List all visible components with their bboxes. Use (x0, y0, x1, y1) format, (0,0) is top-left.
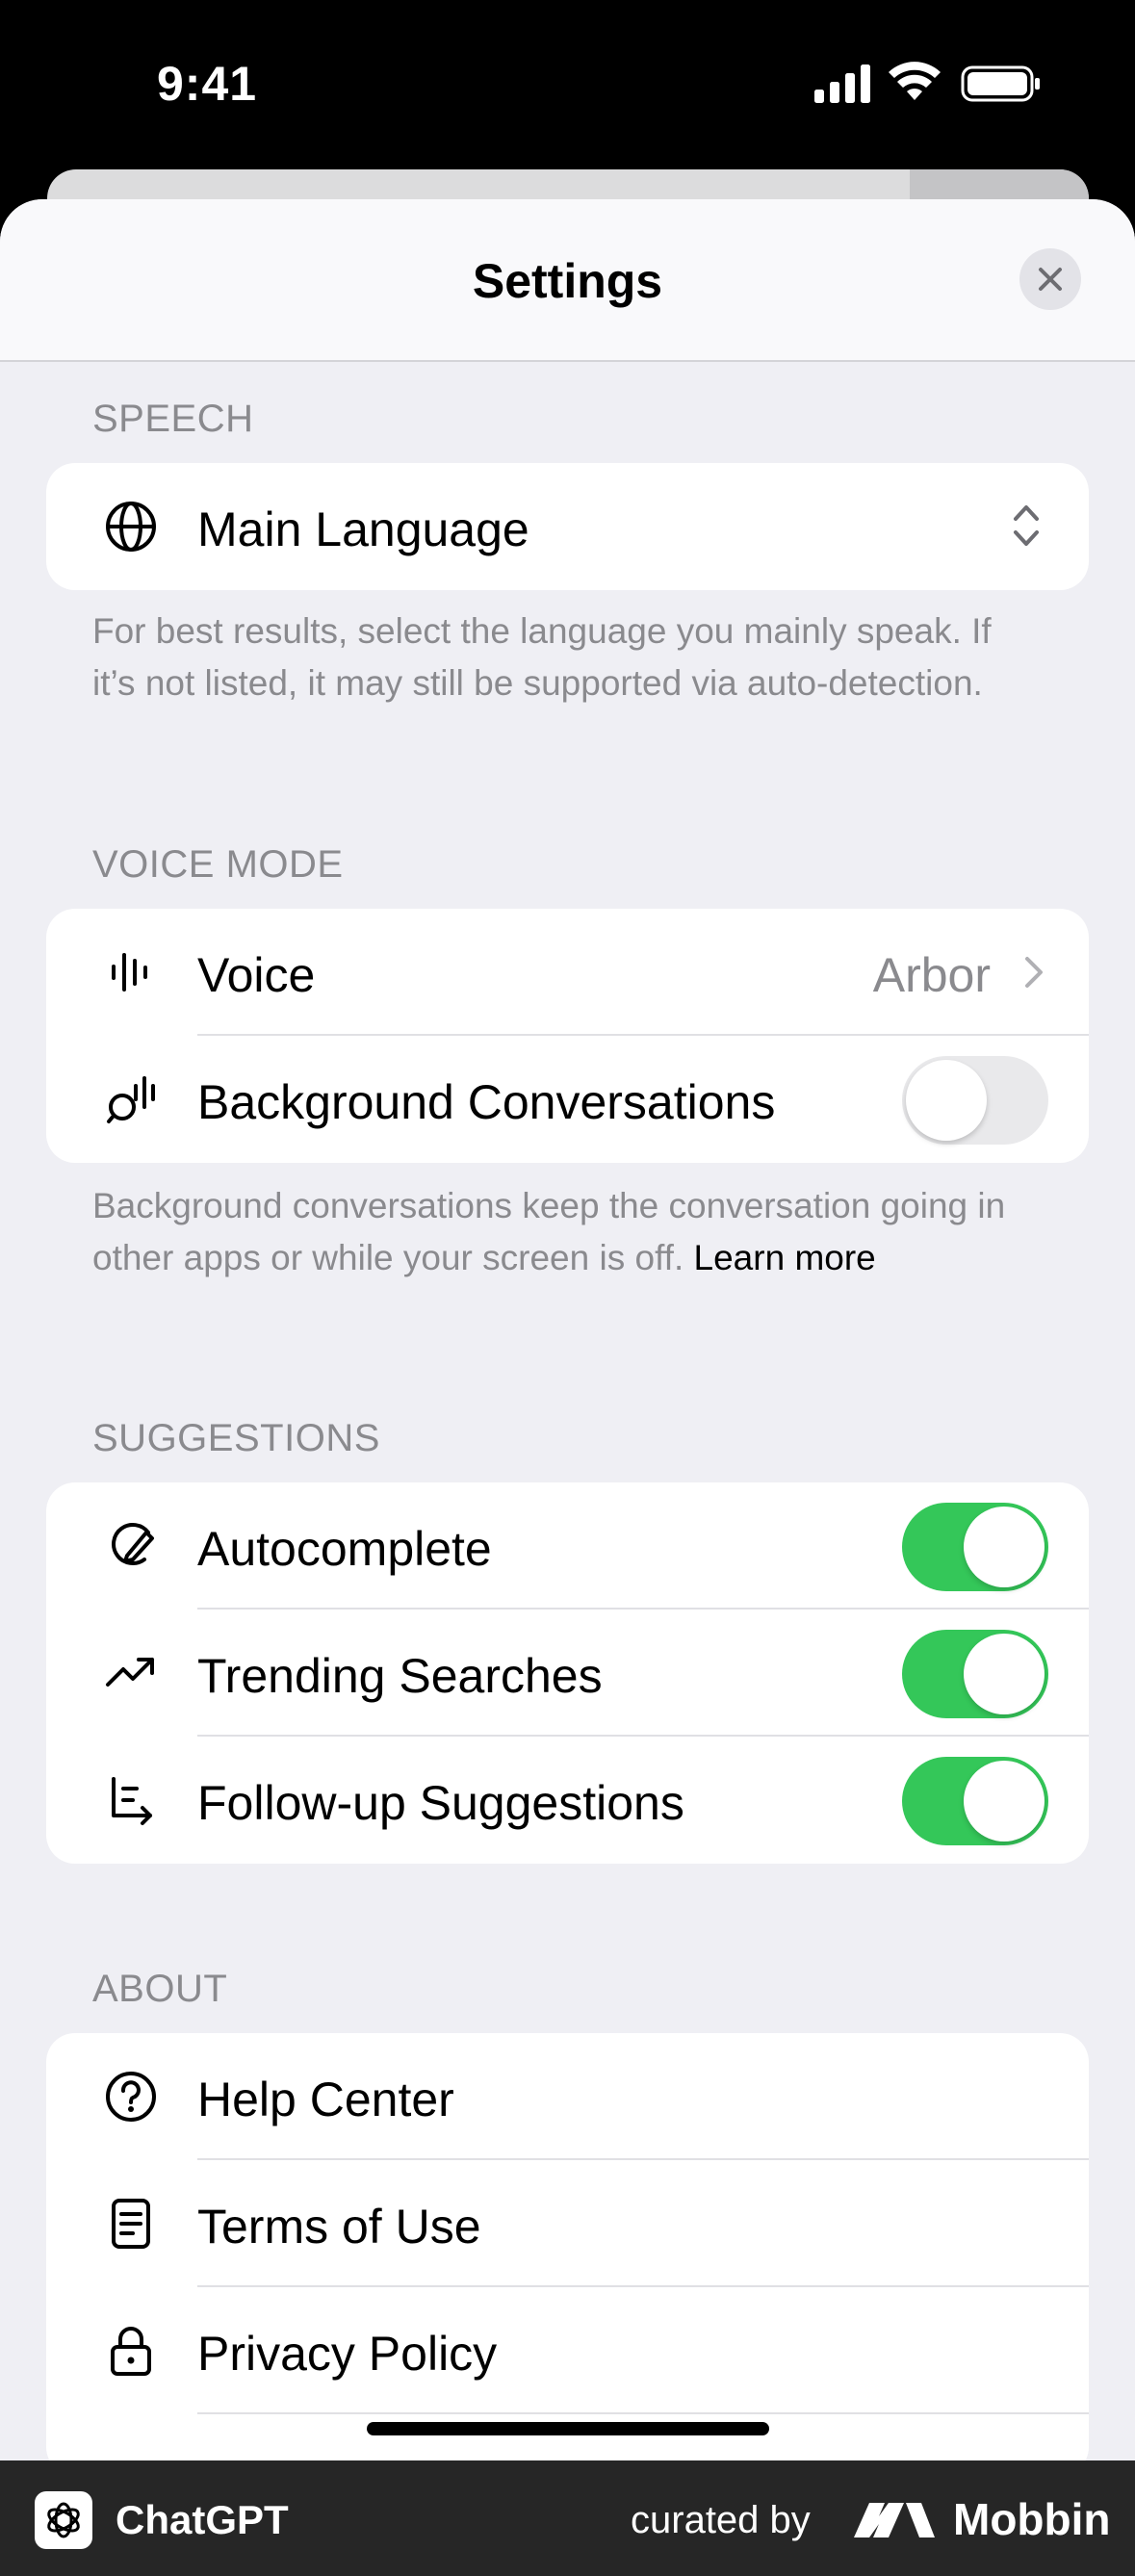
learn-more-link[interactable]: Learn more (694, 1238, 876, 1277)
row-separator (197, 2412, 1089, 2414)
wifi-icon (889, 62, 941, 100)
privacy-policy-label: Privacy Policy (197, 2327, 498, 2381)
curated-by-label: curated by (631, 2499, 811, 2541)
sheet-header: Settings (0, 199, 1135, 362)
main-language-label: Main Language (197, 502, 529, 556)
background-conversation-icon (107, 1076, 155, 1123)
page-title: Settings (472, 254, 663, 308)
lock-icon (111, 2327, 151, 2376)
settings-sheet: Settings SPEECH Main Language For best r… (0, 199, 1135, 2460)
trending-searches-toggle[interactable] (902, 1630, 1048, 1718)
autocomplete-label: Autocomplete (197, 1522, 492, 1576)
speech-card: Main Language (46, 463, 1089, 590)
chevron-right-icon (1025, 957, 1043, 988)
main-language-row[interactable]: Main Language (46, 463, 1089, 590)
section-heading-speech: SPEECH (92, 398, 254, 440)
voice-mode-note: Background conversations keep the conver… (92, 1180, 1036, 1284)
close-icon (1039, 268, 1062, 291)
trending-up-icon (106, 1658, 154, 1687)
suggestions-card: Autocomplete Trending Searches Follow-up… (46, 1482, 1089, 1864)
home-indicator (367, 2422, 769, 2435)
voice-mode-card: Voice Arbor Background Conversations (46, 909, 1089, 1163)
help-center-row[interactable]: Help Center (46, 2033, 1089, 2160)
follow-up-suggestions-label: Follow-up Suggestions (197, 1776, 684, 1830)
waveform-icon (112, 953, 147, 992)
app-name: ChatGPT (116, 2497, 289, 2542)
terms-of-use-label: Terms of Use (197, 2200, 481, 2254)
status-time: 9:41 (157, 57, 258, 111)
autocomplete-row: Autocomplete (46, 1482, 1089, 1610)
help-center-label: Help Center (197, 2073, 454, 2126)
speech-note: For best results, select the language yo… (92, 611, 992, 703)
autocomplete-toggle[interactable] (902, 1503, 1048, 1591)
section-heading-about: ABOUT (92, 1968, 228, 2010)
footer-bar: ChatGPT curated by Mobbin (0, 2460, 1135, 2576)
background-conversations-label: Background Conversations (197, 1075, 776, 1129)
section-heading-suggestions: SUGGESTIONS (92, 1417, 380, 1459)
mobbin-brand: Mobbin (953, 2494, 1111, 2544)
up-down-chevron-icon (1014, 505, 1039, 546)
close-button[interactable] (1019, 248, 1081, 310)
trending-searches-row: Trending Searches (46, 1610, 1089, 1737)
about-card: Help Center Terms of Use Privacy Policy (46, 2033, 1089, 2460)
voice-value: Arbor (872, 948, 991, 1002)
follow-up-suggestions-toggle[interactable] (902, 1757, 1048, 1845)
privacy-policy-row[interactable]: Privacy Policy (46, 2287, 1089, 2414)
chatgpt-logo-icon (35, 2491, 92, 2549)
voice-label: Voice (197, 948, 316, 1002)
autocomplete-pen-icon (112, 1523, 154, 1565)
battery-icon (961, 65, 1040, 102)
help-circle-icon (106, 2072, 156, 2122)
voice-row[interactable]: Voice Arbor (46, 909, 1089, 1036)
background-conversations-toggle[interactable] (902, 1056, 1048, 1145)
status-bar: 9:41 (0, 0, 1135, 173)
section-heading-voice-mode: VOICE MODE (92, 843, 344, 886)
follow-up-icon (112, 1777, 152, 1825)
background-conversations-row: Background Conversations (46, 1036, 1089, 1163)
document-icon (112, 2199, 150, 2249)
cellular-signal-icon (814, 64, 870, 103)
globe-icon (106, 502, 156, 552)
terms-of-use-row[interactable]: Terms of Use (46, 2160, 1089, 2287)
follow-up-suggestions-row: Follow-up Suggestions (46, 1737, 1089, 1864)
mobbin-logo-icon (854, 2503, 935, 2537)
trending-searches-label: Trending Searches (197, 1649, 603, 1703)
